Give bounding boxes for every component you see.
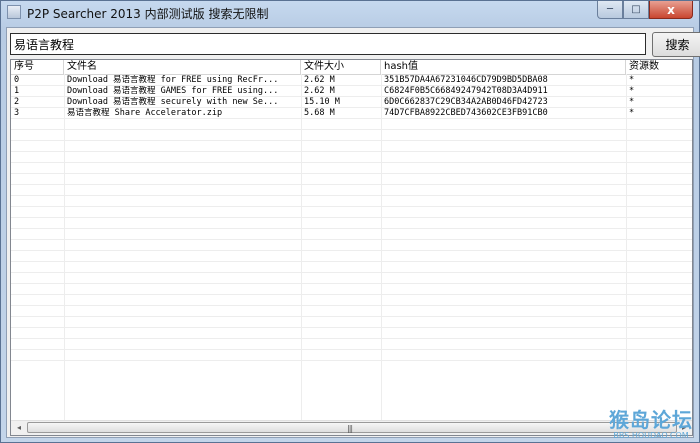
table-row	[11, 328, 692, 339]
cell-sources: *	[629, 75, 635, 85]
cell-size: 5.68 M	[304, 108, 335, 118]
cell-sources: *	[629, 86, 635, 96]
scroll-thumb[interactable]: |||	[27, 422, 677, 433]
cell-name: Download 易语言教程 securely with new Se...	[67, 97, 279, 107]
column-header-size[interactable]: 文件大小	[301, 60, 381, 74]
table-row	[11, 350, 692, 361]
search-button[interactable]: 搜索	[652, 32, 700, 57]
cell-name: Download 易语言教程 for FREE using RecFr...	[67, 75, 279, 85]
cell-hash: 351B57DA4A67231046CD79D9BD5DBA08	[384, 75, 548, 85]
column-header-index[interactable]: 序号	[11, 60, 64, 74]
table-row	[11, 273, 692, 284]
table-row	[11, 185, 692, 196]
maximize-button[interactable]: □	[623, 1, 649, 19]
cell-size: 15.10 M	[304, 97, 340, 107]
horizontal-scrollbar[interactable]: ◂ ||| ▸	[11, 420, 692, 435]
cell-name: 易语言教程 Share Accelerator.zip	[67, 108, 223, 118]
scroll-grip-icon: |||	[347, 424, 353, 433]
table-row	[11, 218, 692, 229]
table-row	[11, 207, 692, 218]
minimize-icon: ─	[606, 4, 614, 15]
search-input[interactable]	[10, 33, 646, 55]
table-row	[11, 262, 692, 273]
cell-size: 2.62 M	[304, 86, 335, 96]
cell-index: 3	[14, 108, 20, 118]
watermark-url: BBS.HOUDAO.COM	[613, 431, 689, 440]
table-row	[11, 284, 692, 295]
cell-hash: 6D0C662837C29CB34A2AB0D46FD42723	[384, 97, 548, 107]
scroll-left-arrow-icon[interactable]: ◂	[12, 422, 26, 434]
cell-index: 1	[14, 86, 20, 96]
column-header-hash[interactable]: hash值	[381, 60, 626, 74]
app-window: P2P Searcher 2013 内部测试版 搜索无限制 ─ □ x 搜索 序…	[0, 0, 700, 443]
table-row	[11, 119, 692, 130]
table-row	[11, 317, 692, 328]
cell-sources: *	[629, 108, 635, 118]
table-row	[11, 163, 692, 174]
watermark-logo: 猴岛论坛	[609, 408, 693, 432]
close-button[interactable]: x	[649, 1, 693, 19]
cell-index: 0	[14, 75, 20, 85]
table-row	[11, 229, 692, 240]
cell-sources: *	[629, 97, 635, 107]
window-title: P2P Searcher 2013 内部测试版 搜索无限制	[27, 7, 269, 21]
table-row	[11, 174, 692, 185]
results-table[interactable]: 序号 文件名 文件大小 hash值 资源数 0 Download 易语言教程 fo…	[10, 59, 693, 436]
close-icon: x	[667, 2, 675, 17]
table-row[interactable]: 0 Download 易语言教程 for FREE using RecFr... 2…	[11, 75, 692, 86]
title-bar[interactable]: P2P Searcher 2013 内部测试版 搜索无限制 ─ □ x	[1, 1, 699, 25]
cell-index: 2	[14, 97, 20, 107]
table-row[interactable]: 3 易语言教程 Share Accelerator.zip 5.68 M 74D7CF…	[11, 108, 692, 119]
column-header-filename[interactable]: 文件名	[64, 60, 301, 74]
table-row	[11, 196, 692, 207]
window-controls: ─ □ x	[597, 1, 693, 21]
table-row	[11, 240, 692, 251]
client-area: 搜索 序号 文件名 文件大小 hash值 资源数 0 Download 易语言教程…	[6, 27, 700, 438]
table-row	[11, 130, 692, 141]
cell-hash: 74D7CFBA8922CBED743602CE3FB91CB0	[384, 108, 548, 118]
watermark: 猴岛论坛 BBS.HOUDAO.COM	[609, 409, 693, 440]
table-row	[11, 141, 692, 152]
app-icon	[7, 5, 21, 19]
table-row	[11, 152, 692, 163]
table-row[interactable]: 1 Download 易语言教程 GAMES for FREE using... 2…	[11, 86, 692, 97]
table-row	[11, 251, 692, 262]
table-row	[11, 295, 692, 306]
table-row	[11, 339, 692, 350]
column-header-sources[interactable]: 资源数	[626, 60, 692, 74]
table-header: 序号 文件名 文件大小 hash值 资源数	[11, 60, 692, 75]
table-row[interactable]: 2 Download 易语言教程 securely with new Se... 1…	[11, 97, 692, 108]
cell-hash: C6824F0B5C66849247942T08D3A4D911	[384, 86, 548, 96]
minimize-button[interactable]: ─	[597, 1, 623, 19]
cell-name: Download 易语言教程 GAMES for FREE using...	[67, 86, 279, 96]
cell-size: 2.62 M	[304, 75, 335, 85]
table-row	[11, 306, 692, 317]
maximize-icon: □	[631, 4, 641, 15]
